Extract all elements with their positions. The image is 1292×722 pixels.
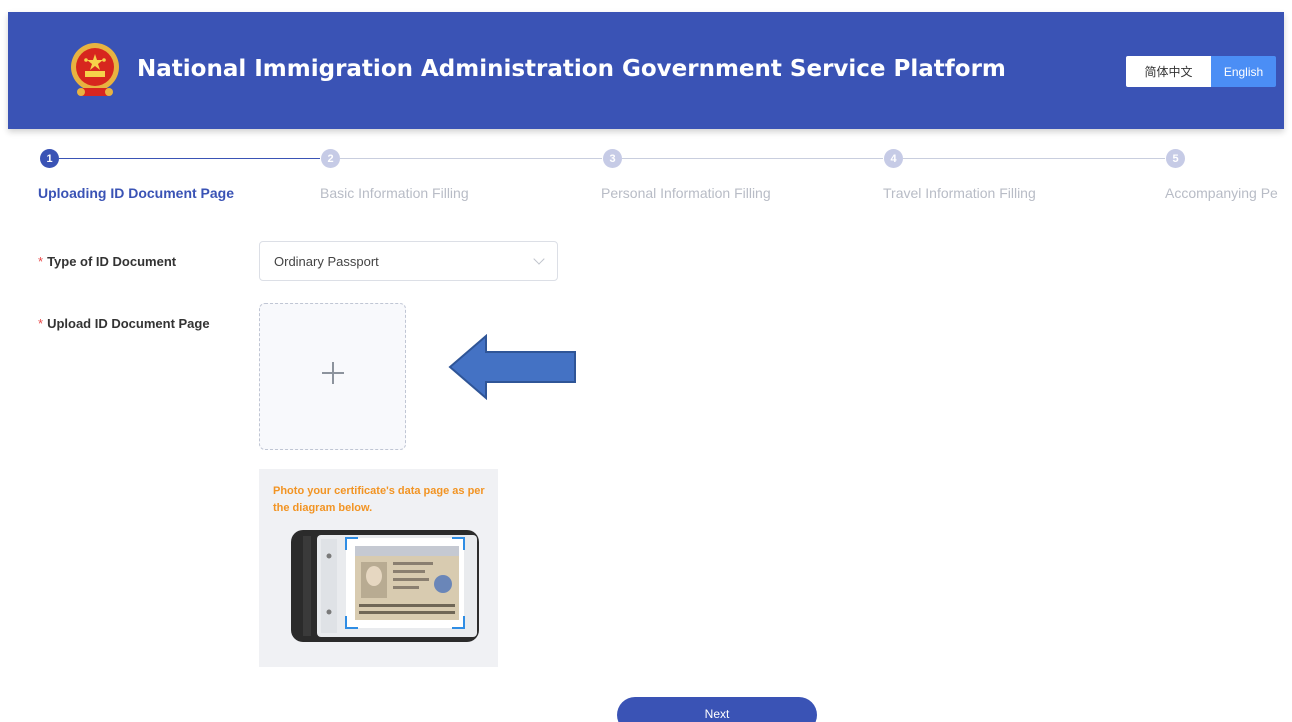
step-connector [340,158,602,159]
step-5-label: Accompanying Pe [1165,185,1278,201]
step-connector [59,158,320,159]
required-mark: * [38,254,44,269]
hint-text: Photo your certificate's data page as pe… [273,485,485,514]
id-type-value: Ordinary Passport [274,254,379,269]
step-3-label: Personal Information Filling [601,185,771,201]
step-connector [622,158,883,159]
step-3-indicator: 3 [603,149,622,168]
id-type-label-text: Type of ID Document [47,254,177,269]
step-connector [903,158,1165,159]
step-2-indicator: 2 [321,149,340,168]
id-type-select[interactable]: Ordinary Passport [259,241,558,281]
chevron-down-icon [533,253,545,265]
plus-icon [322,362,344,384]
required-mark: * [38,316,44,331]
next-button[interactable]: Next [617,697,817,722]
national-emblem-icon [71,43,119,96]
left-arrow-icon [448,334,576,400]
step-1-label: Uploading ID Document Page [38,185,235,201]
progress-steps: 1 2 3 4 5 Uploading ID Document Page Bas… [0,145,1292,215]
step-2-label: Basic Information Filling [320,185,469,201]
language-english-button[interactable]: English [1211,56,1276,87]
upload-label-text: Upload ID Document Page [47,316,210,331]
language-chinese-button[interactable]: 简体中文 [1126,56,1211,87]
upload-dropzone[interactable] [259,303,406,450]
sample-hint-panel: Photo your certificate's data page as pe… [259,469,498,667]
step-4-label: Travel Information Filling [883,185,1036,201]
page-title: National Immigration Administration Gove… [137,56,1006,82]
header-bar: National Immigration Administration Gove… [8,12,1284,129]
upload-label: * Upload ID Document Page [38,316,210,331]
step-1-indicator: 1 [40,149,59,168]
step-5-indicator: 5 [1166,149,1185,168]
id-type-label: * Type of ID Document [38,254,176,269]
step-4-indicator: 4 [884,149,903,168]
passport-sample-image [291,530,479,642]
